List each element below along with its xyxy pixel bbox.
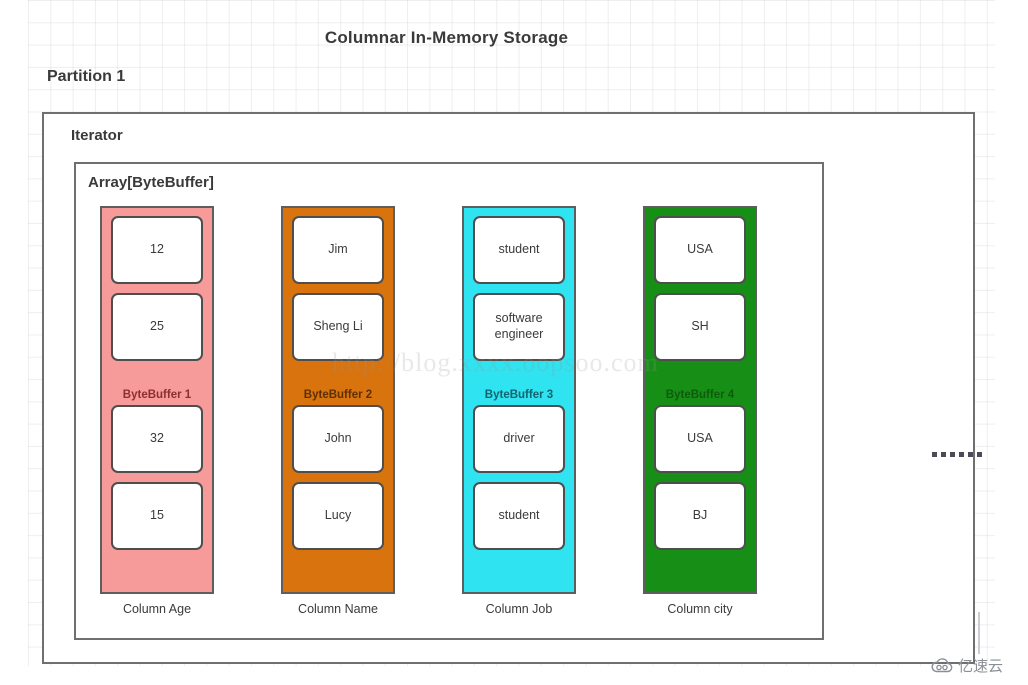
bytebuffer-block: 12 25 32 15 ByteBuffer 1 [100, 206, 214, 594]
cell-value: student [473, 482, 565, 550]
column-caption: Column Name [298, 602, 378, 616]
array-label: Array[ByteBuffer] [88, 174, 214, 191]
bytebuffer-block: student software engineer driver student Byt… [462, 206, 576, 594]
column-caption: Column Job [485, 602, 553, 616]
cell-value: BJ [654, 482, 746, 550]
cell-value: 12 [111, 216, 203, 284]
bytebuffer-name: ByteBuffer 3 [484, 389, 554, 401]
cell-value: software engineer [473, 293, 565, 361]
column-caption: Column Age [122, 602, 192, 616]
cell-value: 32 [111, 405, 203, 473]
column-2: Jim Sheng Li John Lucy ByteBuffer 2 Column Na… [277, 206, 399, 624]
page-title: Columnar In-Memory Storage [324, 28, 569, 47]
logo-divider [978, 612, 980, 654]
ellipsis-dot [932, 452, 937, 457]
ellipsis-dot [959, 452, 964, 457]
array-bytebuffer-container: Array[ByteBuffer] 12 25 32 15 ByteBuffer 1 Co… [74, 162, 824, 640]
iterator-label: Iterator [71, 127, 123, 144]
ellipsis-dot [968, 452, 973, 457]
column-4: USA SH USA BJ ByteBuffer 4 Column city [639, 206, 761, 624]
bytebuffer-name: ByteBuffer 4 [665, 389, 735, 401]
iterator-container: Iterator Array[ByteBuffer] 12 25 32 15 ByteB… [42, 112, 982, 664]
column-caption: Column city [667, 602, 733, 616]
ellipsis-dot [950, 452, 955, 457]
cell-value: Lucy [292, 482, 384, 550]
ellipsis-dot [941, 452, 946, 457]
cell-value: 15 [111, 482, 203, 550]
cell-value: John [292, 405, 384, 473]
cell-value: Jim [292, 216, 384, 284]
bytebuffer-name: ByteBuffer 1 [122, 389, 192, 401]
bytebuffer-block: USA SH USA BJ ByteBuffer 4 [643, 206, 757, 594]
cell-value: driver [473, 405, 565, 473]
cell-value: USA [654, 405, 746, 473]
columns-row: 12 25 32 15 ByteBuffer 1 Column Age Jim Sheng L… [96, 206, 808, 624]
ellipsis-dots [932, 452, 982, 457]
column-1: 12 25 32 15 ByteBuffer 1 Column Age [96, 206, 218, 624]
cell-value: student [473, 216, 565, 284]
bytebuffer-name: ByteBuffer 2 [303, 389, 373, 401]
bytebuffer-block: Jim Sheng Li John Lucy ByteBuffer 2 [281, 206, 395, 594]
cloud-icon [931, 657, 953, 672]
cell-value: USA [654, 216, 746, 284]
cell-value: SH [654, 293, 746, 361]
ellipsis-dot [977, 452, 982, 457]
logo-text: 亿速云 [958, 657, 1004, 675]
cell-value: 25 [111, 293, 203, 361]
column-3: student software engineer driver student Byt… [458, 206, 580, 624]
cell-value: Sheng Li [292, 293, 384, 361]
partition-label: Partition 1 [47, 68, 126, 85]
site-logo: 亿速云 [930, 655, 1003, 676]
